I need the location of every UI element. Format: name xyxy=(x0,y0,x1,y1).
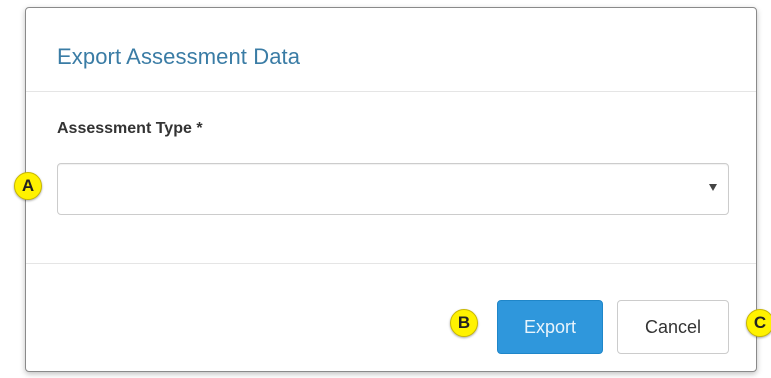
assessment-type-label: Assessment Type * xyxy=(57,120,203,137)
cancel-button[interactable]: Cancel xyxy=(617,300,729,354)
dialog-header: Export Assessment Data xyxy=(26,8,756,92)
export-assessment-dialog: Export Assessment Data Assessment Type *… xyxy=(25,7,757,372)
callout-marker-a: A xyxy=(14,172,42,200)
caret-down-icon xyxy=(709,184,717,191)
dialog-title: Export Assessment Data xyxy=(57,44,301,69)
screenshot-stage: Export Assessment Data Assessment Type *… xyxy=(0,0,771,378)
assessment-type-select[interactable] xyxy=(57,163,729,215)
callout-marker-c: C xyxy=(746,309,771,337)
dialog-footer: Export Cancel xyxy=(26,263,756,372)
export-button[interactable]: Export xyxy=(497,300,603,354)
callout-marker-b: B xyxy=(450,309,478,337)
